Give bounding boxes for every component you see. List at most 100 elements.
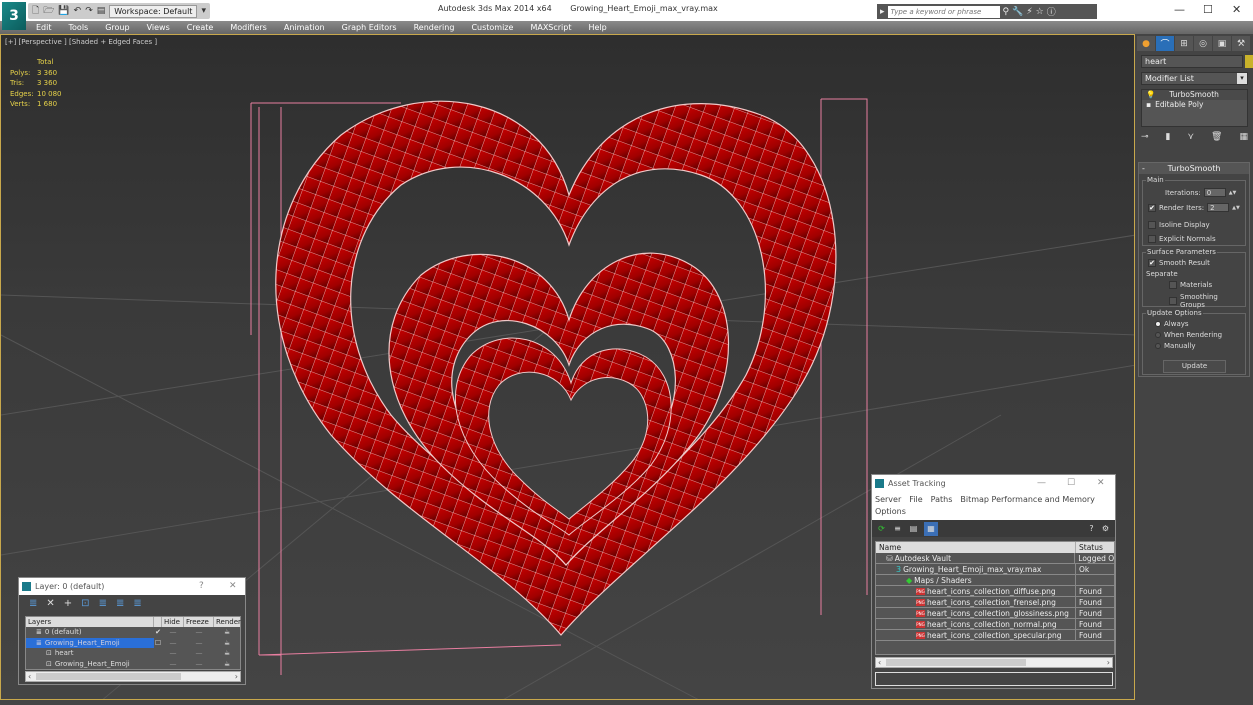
- asset-row[interactable]: ◆ Maps / Shaders: [876, 575, 1114, 586]
- layer-horizontal-scrollbar[interactable]: ‹ ›: [25, 671, 241, 682]
- menu-edit[interactable]: Edit: [36, 21, 52, 34]
- select-objects-icon[interactable]: ⊡: [81, 598, 89, 609]
- menu-views[interactable]: Views: [147, 21, 170, 34]
- current-layer-toggle[interactable]: ✔: [154, 627, 162, 638]
- freeze-toggle[interactable]: —: [184, 638, 214, 649]
- render-teapot-icon[interactable]: ☕: [214, 648, 240, 659]
- update-always-option[interactable]: Always: [1155, 320, 1189, 328]
- chevron-down-icon[interactable]: ▾: [201, 6, 206, 16]
- asset-row[interactable]: 3 Growing_Heart_Emoji_max_vray.max Ok: [876, 564, 1114, 575]
- radio-button[interactable]: [1155, 343, 1161, 349]
- modify-tab-icon[interactable]: ⌒: [1156, 36, 1174, 51]
- help-icon[interactable]: ⓘ: [1047, 5, 1056, 18]
- asset-horizontal-scrollbar[interactable]: ‹ ›: [875, 657, 1113, 668]
- freeze-toggle[interactable]: —: [184, 648, 214, 659]
- asset-menu-paths[interactable]: Paths: [931, 495, 953, 504]
- render-teapot-icon[interactable]: ☕: [214, 627, 240, 638]
- wrench-icon[interactable]: 🔧: [1012, 7, 1023, 17]
- thumbnail-view-icon[interactable]: ▤: [908, 523, 919, 534]
- save-icon[interactable]: 💾: [58, 6, 69, 16]
- current-layer-toggle[interactable]: [154, 648, 162, 659]
- radio-button[interactable]: [1155, 332, 1161, 338]
- smooth-result-checkbox[interactable]: ✔: [1148, 259, 1156, 267]
- current-layer-toggle[interactable]: [154, 659, 162, 670]
- iterations-spinner[interactable]: 0: [1203, 188, 1226, 197]
- asset-menu-bitmap-performance-and-memory[interactable]: Bitmap Performance and Memory: [960, 495, 1095, 504]
- menu-graph-editors[interactable]: Graph Editors: [342, 21, 397, 34]
- hide-unhide-icon[interactable]: ≣: [116, 598, 124, 609]
- table-view-icon[interactable]: ▦: [924, 521, 938, 536]
- render-iters-checkbox[interactable]: ✔: [1148, 203, 1156, 212]
- column-freeze[interactable]: Freeze: [184, 617, 214, 627]
- chevron-down-icon[interactable]: ▾: [1237, 73, 1247, 84]
- viewport-label[interactable]: [+] [Perspective ] [Shaded + Edged Faces…: [5, 38, 157, 46]
- project-folder-icon[interactable]: ▤: [97, 6, 106, 16]
- update-button[interactable]: Update: [1163, 360, 1226, 373]
- create-tab-icon[interactable]: ●: [1137, 36, 1155, 51]
- app-logo-icon[interactable]: 3: [2, 2, 26, 30]
- hide-toggle[interactable]: —: [162, 627, 184, 638]
- menu-group[interactable]: Group: [105, 21, 129, 34]
- help-button[interactable]: ?: [199, 578, 204, 595]
- column-layers[interactable]: Layers: [26, 617, 154, 627]
- make-unique-icon[interactable]: ⋎: [1187, 132, 1194, 142]
- stack-item-turbosmooth[interactable]: 💡 TurboSmooth: [1142, 90, 1247, 100]
- asset-menu-options[interactable]: Options: [875, 507, 906, 516]
- asset-row[interactable]: PNG heart_icons_collection_normal.png Foun…: [876, 619, 1114, 630]
- menu-rendering[interactable]: Rendering: [414, 21, 455, 34]
- utilities-tab-icon[interactable]: ⚒: [1232, 36, 1250, 51]
- hide-toggle[interactable]: —: [162, 638, 184, 649]
- update-manually-option[interactable]: Manually: [1155, 342, 1196, 350]
- asset-menu-file[interactable]: File: [909, 495, 922, 504]
- close-button[interactable]: ✕: [229, 578, 237, 595]
- rollout-header[interactable]: - TurboSmooth: [1139, 163, 1249, 174]
- scroll-right-icon[interactable]: ›: [1107, 658, 1110, 667]
- freeze-unfreeze-icon[interactable]: ≣: [133, 598, 141, 609]
- help-icon[interactable]: ?: [1086, 523, 1097, 534]
- asset-menu-server[interactable]: Server: [875, 495, 901, 504]
- motion-tab-icon[interactable]: ◎: [1194, 36, 1212, 51]
- update-when-rendering-option[interactable]: When Rendering: [1155, 331, 1222, 339]
- show-end-result-icon[interactable]: ▮: [1166, 132, 1171, 142]
- satellite-icon[interactable]: ⚡: [1026, 7, 1032, 17]
- open-file-icon[interactable]: 🗁: [43, 3, 54, 19]
- column-render[interactable]: Render: [214, 617, 241, 627]
- column-status[interactable]: Status: [1076, 542, 1103, 553]
- asset-row[interactable]: PNG heart_icons_collection_diffuse.png Fou…: [876, 586, 1114, 597]
- scroll-left-icon[interactable]: ‹: [878, 658, 881, 667]
- render-teapot-icon[interactable]: ☕: [214, 659, 240, 670]
- highlight-layer-icon[interactable]: ≣: [99, 598, 107, 609]
- new-file-icon[interactable]: 🗋: [32, 3, 39, 19]
- workspace-dropdown[interactable]: Workspace: Default: [109, 4, 198, 18]
- asset-row[interactable]: PNG heart_icons_collection_frensel.png Fou…: [876, 597, 1114, 608]
- dialog-title-bar[interactable]: Layer: 0 (default) ? ✕: [19, 578, 245, 595]
- hide-toggle[interactable]: —: [162, 648, 184, 659]
- menu-help[interactable]: Help: [589, 21, 607, 34]
- spinner-arrows-icon[interactable]: ▲▼: [1229, 190, 1237, 196]
- scrollbar-thumb[interactable]: [886, 659, 1026, 666]
- remove-modifier-icon[interactable]: 🗑: [1211, 132, 1222, 142]
- asset-row[interactable]: PNG heart_icons_collection_specular.png Fo…: [876, 630, 1114, 641]
- column-hide[interactable]: Hide: [162, 617, 184, 627]
- spinner-arrows-icon[interactable]: ▲▼: [1232, 205, 1240, 211]
- search-input[interactable]: [887, 5, 1000, 18]
- render-iters-spinner[interactable]: 2: [1207, 203, 1230, 212]
- close-button[interactable]: ✕: [1232, 3, 1241, 16]
- configure-sets-icon[interactable]: ▦: [1239, 132, 1248, 142]
- dialog-title-bar[interactable]: Asset Tracking — ☐ ✕: [872, 475, 1115, 492]
- expand-arrow-icon[interactable]: ▸: [880, 7, 885, 17]
- binoculars-icon[interactable]: ⚲: [1003, 7, 1010, 17]
- expand-box-icon[interactable]: ▪: [1146, 100, 1151, 110]
- layer-row[interactable]: ⊡ Growing_Heart_Emoji — — ☕: [26, 659, 240, 670]
- asset-row[interactable]: ⛁ Autodesk Vault Logged O: [876, 553, 1114, 564]
- undo-icon[interactable]: ↶: [74, 6, 82, 16]
- freeze-toggle[interactable]: —: [184, 659, 214, 670]
- layer-row[interactable]: ⊡ heart — — ☕: [26, 648, 240, 659]
- stack-item-editable-poly[interactable]: ▪ Editable Poly: [1142, 100, 1247, 110]
- column-name[interactable]: Name: [876, 542, 1076, 553]
- materials-checkbox[interactable]: [1169, 281, 1177, 289]
- create-layer-icon[interactable]: ≣: [29, 598, 37, 609]
- list-view-icon[interactable]: ≡: [892, 523, 903, 534]
- radio-button[interactable]: [1155, 321, 1161, 327]
- add-selection-icon[interactable]: +: [64, 598, 72, 609]
